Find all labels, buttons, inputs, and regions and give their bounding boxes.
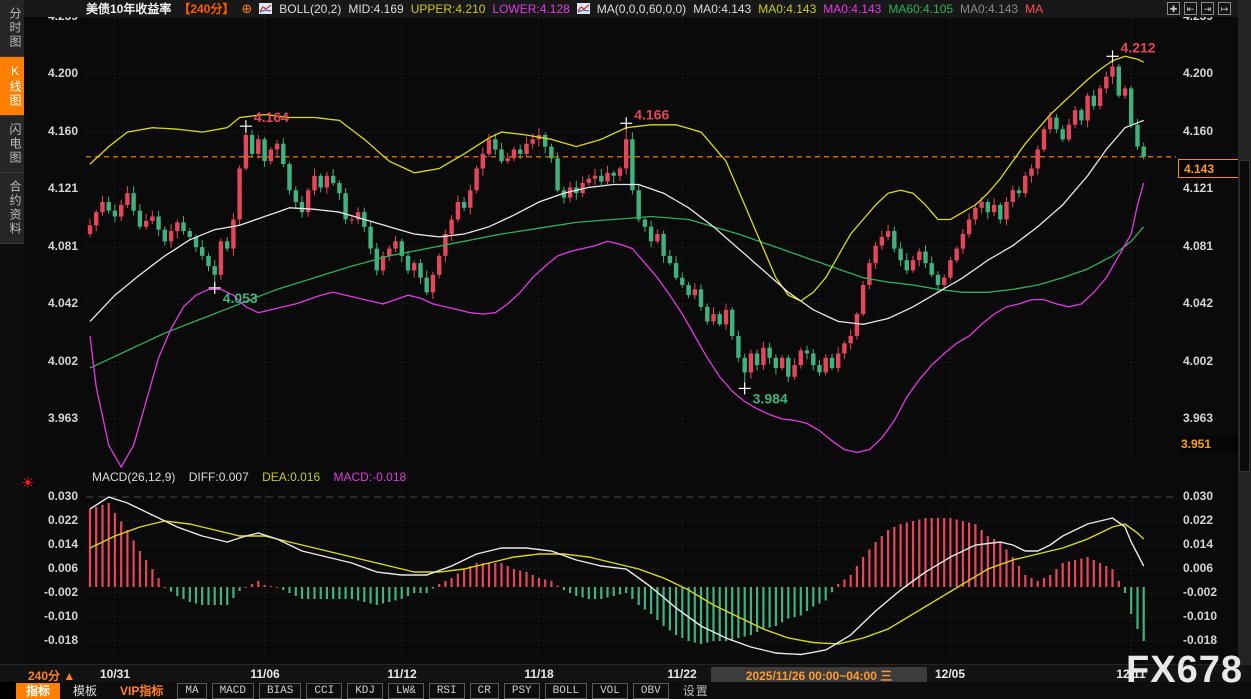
macd-axis-label: 0.006 <box>28 561 78 576</box>
svg-text:4.053: 4.053 <box>223 290 258 306</box>
ma-value: MA0:4.143 <box>960 2 1018 16</box>
scrollbar-thumb[interactable] <box>1239 160 1250 472</box>
price-axis-label: 4.200 <box>28 66 78 81</box>
price-axis-label: 4.002 <box>28 354 78 369</box>
ma-values-group: MA0:4.143 MA0:4.143 MA0:4.143 MA60:4.105 MA0… <box>693 2 1050 16</box>
scrollbar[interactable] <box>1238 0 1251 664</box>
pan-right-icon[interactable]: ↦ <box>1218 2 1231 15</box>
price-axis-label: 4.042 <box>1183 296 1235 311</box>
price-axis-label: 4.081 <box>28 239 78 254</box>
macd-axis-label: -0.018 <box>28 633 78 648</box>
current-price-marker: 4.143 <box>1178 159 1240 178</box>
chart-tool-icons: ✚ ⇤ ⇥ ↦ <box>1167 2 1231 15</box>
date-tick: 11/06 <box>220 667 310 681</box>
price-axis-label: 4.081 <box>1183 239 1235 254</box>
price-axis-label: 4.121 <box>28 181 78 196</box>
trading-app-window: 4.0534.1644.1663.9844.212 分时图K线图闪电图合约资料 … <box>0 0 1251 699</box>
ma-value: MA <box>1025 2 1043 16</box>
price-axis-label: 4.200 <box>1183 66 1235 81</box>
corner-square <box>0 682 16 699</box>
sidebar-tab-item[interactable]: 闪电图 <box>0 116 24 173</box>
macd-label: MACD(26,12,9) <box>92 470 175 484</box>
price-axis-label: 3.963 <box>1183 411 1235 426</box>
price-axis-label: 4.002 <box>1183 354 1235 369</box>
toolbar-button-MACD[interactable]: MACD <box>212 683 254 699</box>
price-axis-label: 4.160 <box>28 124 78 139</box>
macd-dea-value: DEA:0.016 <box>262 470 320 484</box>
sidebar: 分时图K线图闪电图合约资料 <box>0 0 24 699</box>
boll-label: BOLL(20,2) <box>279 2 341 16</box>
toolbar-button-MA[interactable]: MA <box>177 683 206 699</box>
ma-chart-icon[interactable] <box>577 3 590 14</box>
sidebar-tab-item[interactable]: 分时图 <box>0 0 24 57</box>
time-axis: 240分 ▲ 10/3111/0611/1211/1811/222025/11/… <box>0 664 1251 683</box>
price-axis-label: 4.042 <box>28 296 78 311</box>
toolbar-button-CCI[interactable]: CCI <box>306 683 342 699</box>
macd-axis-label: -0.002 <box>1183 585 1235 600</box>
svg-text:4.166: 4.166 <box>634 106 669 122</box>
toolbar-button-OBV[interactable]: OBV <box>633 683 669 699</box>
macd-axis-label: 0.014 <box>1183 537 1235 552</box>
macd-axis-label: 0.014 <box>28 537 78 552</box>
crosshair-tool-icon[interactable]: ✚ <box>1167 2 1180 15</box>
chart-header: 美债10年收益率 【240分】 ⊕ BOLL(20,2) MID:4.169 U… <box>24 0 1238 17</box>
macd-axis-label: -0.010 <box>1183 609 1235 624</box>
scale-right-icon[interactable]: ⇥ <box>1201 2 1214 15</box>
toolbar-button-RSI[interactable]: RSI <box>429 683 465 699</box>
ma-value: MA0:4.143 <box>693 2 751 16</box>
toolbar-button-BOLL[interactable]: BOLL <box>545 683 587 699</box>
macd-diff-value: DIFF:0.007 <box>189 470 249 484</box>
macd-axis-label: -0.010 <box>28 609 78 624</box>
macd-axis-label: -0.018 <box>1183 633 1235 648</box>
toolbar-button-PSY[interactable]: PSY <box>504 683 540 699</box>
macd-axis-label: 0.022 <box>1183 513 1235 528</box>
macd-axis-label: 0.030 <box>1183 489 1235 504</box>
price-axis-label: 4.160 <box>1183 124 1235 139</box>
toolbar-button-模板[interactable]: 模板 <box>63 683 107 699</box>
boll-mid-value: MID:4.169 <box>348 2 403 16</box>
ma-value: MA60:4.105 <box>888 2 953 16</box>
date-tick: 11/12 <box>357 667 447 681</box>
scale-left-icon[interactable]: ⇤ <box>1184 2 1197 15</box>
boll-lower-value: LOWER:4.128 <box>492 2 569 16</box>
boll-chart-icon[interactable] <box>259 3 272 14</box>
toolbar-button-指标[interactable]: 指标 <box>16 683 60 699</box>
instrument-title: 美债10年收益率 <box>86 0 171 17</box>
toolbar-button-VIP指标[interactable]: VIP指标 <box>110 683 173 699</box>
watermark: FX678 <box>1126 649 1243 692</box>
macd-header: MACD(26,12,9) DIFF:0.007 DEA:0.016 MACD:… <box>92 470 416 486</box>
svg-text:4.164: 4.164 <box>254 109 289 125</box>
boll-upper-value: UPPER:4.210 <box>411 2 486 16</box>
indicator-toolbar: 指标模板VIP指标MA MACD BIAS CCI KDJ LW&RSI CR PSY BOLL… <box>16 682 1251 699</box>
macd-axis-label: 0.006 <box>1183 561 1235 576</box>
toolbar-button-CR[interactable]: CR <box>470 683 499 699</box>
ma-value: MA0:4.143 <box>758 2 816 16</box>
macd-macd-value: MACD:-0.018 <box>333 470 406 484</box>
macd-axis-label: -0.002 <box>28 585 78 600</box>
toolbar-button-设置[interactable]: 设置 <box>673 683 719 699</box>
toolbar-button-VOL[interactable]: VOL <box>592 683 628 699</box>
price-axis-label: 3.963 <box>28 411 78 426</box>
period-label: 【240分】 <box>178 0 234 17</box>
toolbar-button-KDJ[interactable]: KDJ <box>347 683 383 699</box>
date-tick: 11/18 <box>494 667 584 681</box>
sidebar-tab-item[interactable]: 合约资料 <box>0 173 24 244</box>
add-indicator-icon[interactable]: ⊕ <box>241 1 252 17</box>
price-axis-label: 4.121 <box>1183 181 1235 196</box>
ma-value: MA0:4.143 <box>823 2 881 16</box>
toolbar-button-LW&[interactable]: LW& <box>388 683 424 699</box>
ma-label: MA(0,0,0,60,0,0) <box>597 2 686 16</box>
toolbar-button-BIAS[interactable]: BIAS <box>259 683 301 699</box>
date-tick: 10/31 <box>70 667 160 681</box>
alert-sun-icon[interactable]: ☀ <box>21 474 34 492</box>
sidebar-tab-active[interactable]: K线图 <box>0 57 24 116</box>
svg-text:3.984: 3.984 <box>753 390 788 406</box>
macd-axis-label: 0.030 <box>28 489 78 504</box>
svg-text:4.212: 4.212 <box>1121 39 1156 55</box>
range-low-marker: 3.951 <box>1181 436 1239 452</box>
chart-canvas[interactable]: 4.053 4.164 4.166 3.984 4.212 <box>0 0 1251 699</box>
macd-axis-label: 0.022 <box>28 513 78 528</box>
date-tick: 12/05 <box>905 667 995 681</box>
